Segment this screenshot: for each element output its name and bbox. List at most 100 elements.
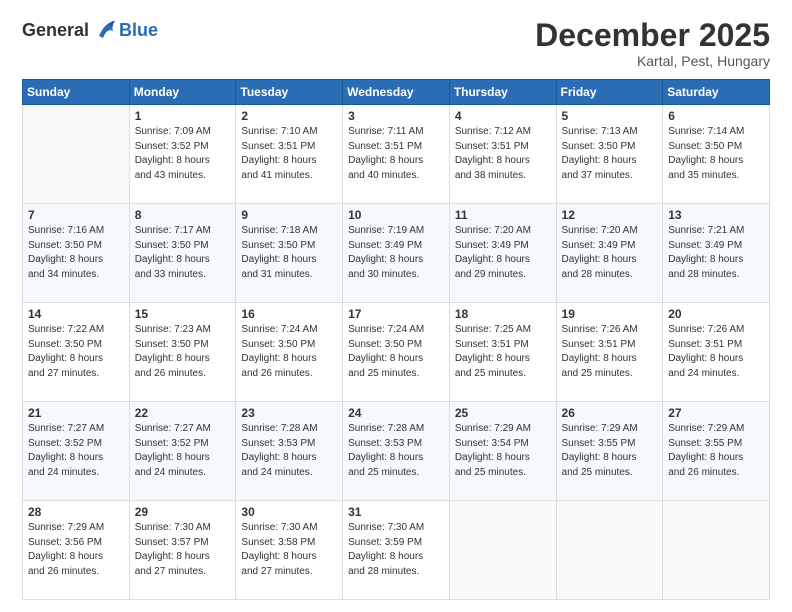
- weekday-header: Saturday: [663, 80, 770, 105]
- calendar-empty: [23, 105, 130, 204]
- day-info: Sunrise: 7:09 AM Sunset: 3:52 PM Dayligh…: [135, 125, 231, 183]
- day-number: 18: [455, 307, 551, 321]
- calendar-day: 24 Sunrise: 7:28 AM Sunset: 3:53 PM Dayli…: [343, 402, 450, 501]
- day-number: 10: [348, 208, 444, 222]
- weekday-header: Sunday: [23, 80, 130, 105]
- calendar-day: 9Sunrise: 7:18 AM Sunset: 3:50 PM Daylig…: [236, 204, 343, 303]
- day-number: 3: [348, 109, 444, 123]
- day-number: 6: [668, 109, 764, 123]
- calendar-day: 16Sunrise: 7:24 AM Sunset: 3:50 PM Dayli…: [236, 303, 343, 402]
- weekday-header: Wednesday: [343, 80, 450, 105]
- day-info: Sunrise: 7:18 AM Sunset: 3:50 PM Dayligh…: [241, 224, 337, 282]
- day-info: Sunrise: 7:28 AM Sunset: 3:53 PM Dayligh…: [241, 422, 337, 480]
- calendar-day: 6Sunrise: 7:14 AM Sunset: 3:50 PM Daylig…: [663, 105, 770, 204]
- day-info: Sunrise: 7:29 AM Sunset: 3:54 PM Dayligh…: [455, 422, 551, 480]
- day-number: 29: [135, 505, 231, 519]
- day-number: 24: [348, 406, 444, 420]
- day-info: Sunrise: 7:26 AM Sunset: 3:51 PM Dayligh…: [668, 323, 764, 381]
- day-number: 25: [455, 406, 551, 420]
- calendar-day: 15Sunrise: 7:23 AM Sunset: 3:50 PM Dayli…: [129, 303, 236, 402]
- calendar-day: 8 Sunrise: 7:17 AM Sunset: 3:50 PM Daylig…: [129, 204, 236, 303]
- calendar-day: 1 Sunrise: 7:09 AM Sunset: 3:52 PM Daylig…: [129, 105, 236, 204]
- calendar-day: 10 Sunrise: 7:19 AM Sunset: 3:49 PM Dayli…: [343, 204, 450, 303]
- day-info: Sunrise: 7:27 AM Sunset: 3:52 PM Dayligh…: [135, 422, 231, 480]
- day-number: 23: [241, 406, 337, 420]
- logo: General Blue: [22, 18, 158, 44]
- day-number: 12: [562, 208, 658, 222]
- calendar-table: SundayMondayTuesdayWednesdayThursdayFrid…: [22, 79, 770, 600]
- day-info: Sunrise: 7:29 AM Sunset: 3:55 PM Dayligh…: [562, 422, 658, 480]
- calendar-day: 5 Sunrise: 7:13 AM Sunset: 3:50 PM Daylig…: [556, 105, 663, 204]
- calendar-day: 20 Sunrise: 7:26 AM Sunset: 3:51 PM Dayli…: [663, 303, 770, 402]
- calendar-day: 18 Sunrise: 7:25 AM Sunset: 3:51 PM Dayli…: [449, 303, 556, 402]
- calendar-empty: [556, 501, 663, 600]
- weekday-header: Tuesday: [236, 80, 343, 105]
- day-number: 21: [28, 406, 124, 420]
- calendar-empty: [449, 501, 556, 600]
- day-info: Sunrise: 7:22 AM Sunset: 3:50 PM Dayligh…: [28, 323, 124, 381]
- day-info: Sunrise: 7:30 AM Sunset: 3:59 PM Dayligh…: [348, 521, 444, 579]
- calendar-day: 11 Sunrise: 7:20 AM Sunset: 3:49 PM Dayli…: [449, 204, 556, 303]
- day-info: Sunrise: 7:28 AM Sunset: 3:53 PM Dayligh…: [348, 422, 444, 480]
- calendar-day: 17Sunrise: 7:24 AM Sunset: 3:50 PM Dayli…: [343, 303, 450, 402]
- day-info: Sunrise: 7:29 AM Sunset: 3:56 PM Dayligh…: [28, 521, 124, 579]
- calendar-day: 12 Sunrise: 7:20 AM Sunset: 3:49 PM Dayli…: [556, 204, 663, 303]
- weekday-header: Monday: [129, 80, 236, 105]
- day-info: Sunrise: 7:29 AM Sunset: 3:55 PM Dayligh…: [668, 422, 764, 480]
- calendar-day: 4Sunrise: 7:12 AM Sunset: 3:51 PM Daylig…: [449, 105, 556, 204]
- day-info: Sunrise: 7:27 AM Sunset: 3:52 PM Dayligh…: [28, 422, 124, 480]
- weekday-header: Friday: [556, 80, 663, 105]
- day-info: Sunrise: 7:30 AM Sunset: 3:57 PM Dayligh…: [135, 521, 231, 579]
- day-number: 22: [135, 406, 231, 420]
- calendar-empty: [663, 501, 770, 600]
- day-info: Sunrise: 7:11 AM Sunset: 3:51 PM Dayligh…: [348, 125, 444, 183]
- day-info: Sunrise: 7:26 AM Sunset: 3:51 PM Dayligh…: [562, 323, 658, 381]
- calendar-day: 31 Sunrise: 7:30 AM Sunset: 3:59 PM Dayli…: [343, 501, 450, 600]
- day-info: Sunrise: 7:20 AM Sunset: 3:49 PM Dayligh…: [562, 224, 658, 282]
- calendar-day: 21 Sunrise: 7:27 AM Sunset: 3:52 PM Dayli…: [23, 402, 130, 501]
- day-info: Sunrise: 7:30 AM Sunset: 3:58 PM Dayligh…: [241, 521, 337, 579]
- calendar-day: 13 Sunrise: 7:21 AM Sunset: 3:49 PM Dayli…: [663, 204, 770, 303]
- day-number: 7: [28, 208, 124, 222]
- calendar-day: 22 Sunrise: 7:27 AM Sunset: 3:52 PM Dayli…: [129, 402, 236, 501]
- location-subtitle: Kartal, Pest, Hungary: [535, 53, 770, 69]
- day-info: Sunrise: 7:21 AM Sunset: 3:49 PM Dayligh…: [668, 224, 764, 282]
- calendar-day: 2 Sunrise: 7:10 AM Sunset: 3:51 PM Daylig…: [236, 105, 343, 204]
- day-info: Sunrise: 7:17 AM Sunset: 3:50 PM Dayligh…: [135, 224, 231, 282]
- day-number: 27: [668, 406, 764, 420]
- calendar-day: 23 Sunrise: 7:28 AM Sunset: 3:53 PM Dayli…: [236, 402, 343, 501]
- day-number: 1: [135, 109, 231, 123]
- day-info: Sunrise: 7:20 AM Sunset: 3:49 PM Dayligh…: [455, 224, 551, 282]
- day-info: Sunrise: 7:13 AM Sunset: 3:50 PM Dayligh…: [562, 125, 658, 183]
- calendar-day: 19 Sunrise: 7:26 AM Sunset: 3:51 PM Dayli…: [556, 303, 663, 402]
- calendar-day: 29 Sunrise: 7:30 AM Sunset: 3:57 PM Dayli…: [129, 501, 236, 600]
- day-info: Sunrise: 7:16 AM Sunset: 3:50 PM Dayligh…: [28, 224, 124, 282]
- calendar-day: 26 Sunrise: 7:29 AM Sunset: 3:55 PM Dayli…: [556, 402, 663, 501]
- day-number: 30: [241, 505, 337, 519]
- day-number: 11: [455, 208, 551, 222]
- day-number: 26: [562, 406, 658, 420]
- day-number: 19: [562, 307, 658, 321]
- logo-bird-icon: [91, 18, 117, 44]
- day-number: 20: [668, 307, 764, 321]
- day-info: Sunrise: 7:25 AM Sunset: 3:51 PM Dayligh…: [455, 323, 551, 381]
- calendar-day: 28Sunrise: 7:29 AM Sunset: 3:56 PM Dayli…: [23, 501, 130, 600]
- header: General Blue December 2025 Kartal, Pest,…: [22, 18, 770, 69]
- day-number: 14: [28, 307, 124, 321]
- day-info: Sunrise: 7:24 AM Sunset: 3:50 PM Dayligh…: [241, 323, 337, 381]
- month-title: December 2025: [535, 18, 770, 53]
- day-number: 8: [135, 208, 231, 222]
- day-number: 2: [241, 109, 337, 123]
- day-info: Sunrise: 7:12 AM Sunset: 3:51 PM Dayligh…: [455, 125, 551, 183]
- weekday-header: Thursday: [449, 80, 556, 105]
- day-info: Sunrise: 7:24 AM Sunset: 3:50 PM Dayligh…: [348, 323, 444, 381]
- calendar-day: 3 Sunrise: 7:11 AM Sunset: 3:51 PM Daylig…: [343, 105, 450, 204]
- day-number: 5: [562, 109, 658, 123]
- day-number: 13: [668, 208, 764, 222]
- calendar-day: 14 Sunrise: 7:22 AM Sunset: 3:50 PM Dayli…: [23, 303, 130, 402]
- day-number: 31: [348, 505, 444, 519]
- day-info: Sunrise: 7:10 AM Sunset: 3:51 PM Dayligh…: [241, 125, 337, 183]
- day-info: Sunrise: 7:23 AM Sunset: 3:50 PM Dayligh…: [135, 323, 231, 381]
- day-info: Sunrise: 7:19 AM Sunset: 3:49 PM Dayligh…: [348, 224, 444, 282]
- calendar-day: 30 Sunrise: 7:30 AM Sunset: 3:58 PM Dayli…: [236, 501, 343, 600]
